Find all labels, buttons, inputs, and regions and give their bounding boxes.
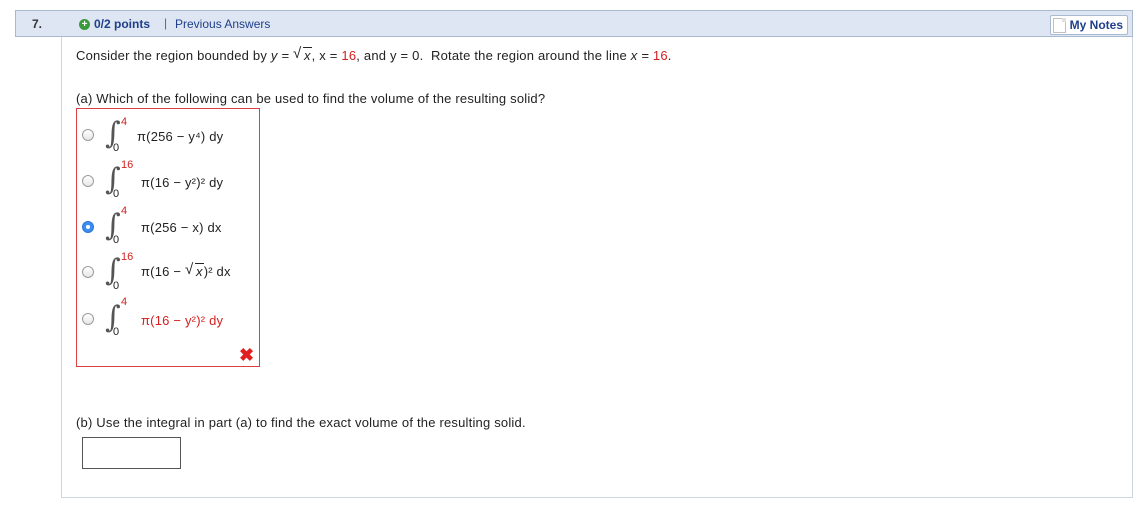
answer-input[interactable] [82, 437, 181, 469]
problem-lead: Consider the region bounded by [76, 48, 268, 63]
integrand: π(256 − y⁴) dy [137, 129, 224, 144]
question-number: 7. [32, 17, 43, 31]
plus-icon[interactable]: + [79, 19, 90, 30]
part-b-question: (b) Use the integral in part (a) to find… [76, 415, 526, 430]
problem-statement: Consider the region bounded by y = √ x, x… [76, 45, 672, 63]
and-y-equals: , and y = [356, 48, 409, 63]
radio-choice-3[interactable] [82, 221, 94, 233]
y-equals: y = [270, 48, 290, 63]
lower-limit: 0 [113, 234, 120, 246]
previous-answers-link[interactable]: Previous Answers [175, 17, 270, 31]
sqrt-expression: √ x [292, 45, 312, 63]
upper-limit: 4 [121, 116, 128, 128]
lower-limit: 0 [113, 326, 120, 338]
radio-choice-4[interactable] [82, 266, 94, 278]
sqrt-arg: x [302, 47, 312, 63]
integrand-pre: π(16 − [141, 264, 182, 279]
lower-limit: 0 [113, 280, 120, 292]
period: . [667, 48, 672, 63]
x-equals: , x = [311, 48, 338, 63]
lower-limit: 0 [113, 142, 120, 154]
my-notes-label: My Notes [1069, 18, 1123, 32]
upper-limit: 4 [121, 296, 128, 308]
points-label: 0/2 points [94, 17, 151, 31]
note-icon [1052, 17, 1066, 33]
radio-choice-1[interactable] [82, 129, 94, 141]
incorrect-icon: ✖ [239, 345, 255, 365]
answer-choices: ∫ 4 0 π(256 − y⁴) dy ∫ 16 0 π(16 − y²)² … [76, 108, 260, 367]
part-a-question: (a) Which of the following can be used t… [76, 91, 546, 106]
line-x-equals: x = [630, 48, 650, 63]
integrand-text: π(16 − y²)² dy [141, 313, 224, 328]
question-header: 7. + 0/2 points | Previous Answers My No… [15, 10, 1133, 37]
upper-limit: 4 [121, 205, 128, 217]
integrand-post: )² dx [203, 264, 231, 279]
y-value: 0. [412, 48, 424, 63]
integrand: π(16 − √ x)² dx [141, 261, 231, 279]
upper-limit: 16 [121, 159, 134, 171]
radio-choice-2[interactable] [82, 175, 94, 187]
sqrt-arg: x [194, 263, 204, 279]
upper-limit: 16 [121, 251, 134, 263]
my-notes-button[interactable]: My Notes [1049, 15, 1128, 35]
x-value: 16 [341, 48, 357, 63]
lower-limit: 0 [113, 188, 120, 200]
radio-choice-5[interactable] [82, 313, 94, 325]
line-value: 16 [652, 48, 668, 63]
integrand: π(256 − x) dx [141, 220, 222, 235]
separator: | [164, 16, 168, 30]
sqrt-expression: √ x [184, 261, 204, 279]
integrand: π(16 − y²)² dy [141, 313, 223, 328]
integrand: π(16 − y²)² dy [141, 175, 224, 190]
rotate-text: Rotate the region around the line [431, 48, 627, 63]
